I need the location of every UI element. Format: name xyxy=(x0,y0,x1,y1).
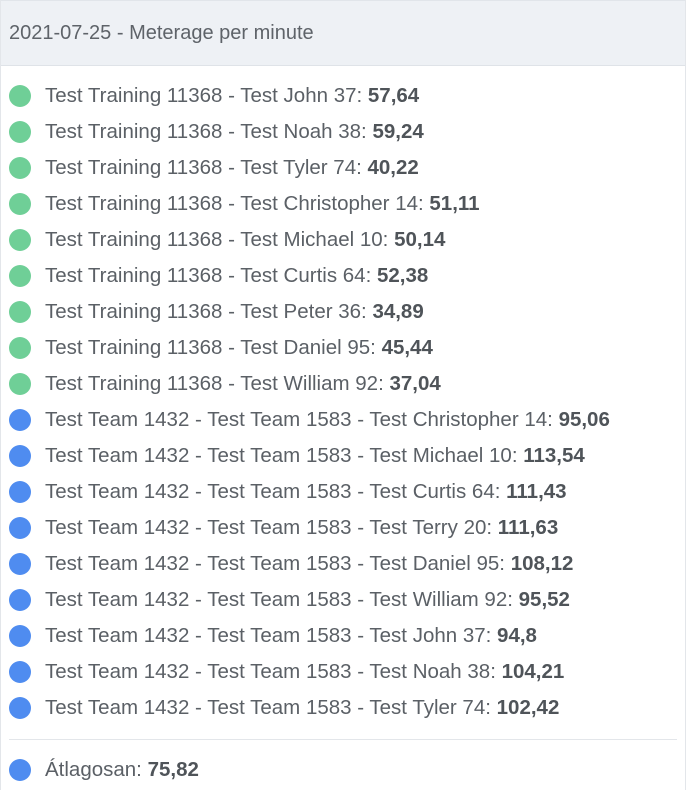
item-label: Test Team 1432 - Test Team 1583 - Test C… xyxy=(45,480,501,503)
series-dot-icon xyxy=(9,553,31,575)
list-item: Test Training 11368 - Test Peter 36: 34,… xyxy=(1,294,685,330)
item-value: 111,63 xyxy=(497,516,559,539)
meterage-panel: 2021-07-25 - Meterage per minute Test Tr… xyxy=(0,0,686,790)
item-value: 50,14 xyxy=(394,228,446,251)
list-item: Test Training 11368 - Test Daniel 95: 45… xyxy=(1,330,685,366)
item-label: Test Training 11368 - Test Michael 10: xyxy=(45,228,389,251)
item-label: Test Team 1432 - Test Team 1583 - Test D… xyxy=(45,552,505,575)
item-label: Test Training 11368 - Test Daniel 95: xyxy=(45,336,376,359)
item-label: Test Team 1432 - Test Team 1583 - Test J… xyxy=(45,624,492,647)
item-value: 94,8 xyxy=(497,624,537,647)
average-row: Átlagosan: 75,82 xyxy=(1,752,685,788)
item-label: Test Team 1432 - Test Team 1583 - Test W… xyxy=(45,588,513,611)
item-value: 111,43 xyxy=(506,480,567,503)
series-dot-icon xyxy=(9,481,31,503)
list-item: Test Training 11368 - Test John 37: 57,6… xyxy=(1,78,685,114)
average-dot-icon xyxy=(9,759,31,781)
list-item: Test Team 1432 - Test Team 1583 - Test C… xyxy=(1,474,685,510)
list-item: Test Team 1432 - Test Team 1583 - Test N… xyxy=(1,654,685,690)
item-value: 104,21 xyxy=(501,660,565,683)
series-dot-icon xyxy=(9,193,31,215)
list-item: Test Team 1432 - Test Team 1583 - Test C… xyxy=(1,402,685,438)
item-label: Test Team 1432 - Test Team 1583 - Test N… xyxy=(45,660,496,683)
item-value: 37,04 xyxy=(389,372,441,395)
item-value: 34,89 xyxy=(372,300,424,323)
average-label: Átlagosan: xyxy=(45,758,142,781)
series-dot-icon xyxy=(9,661,31,683)
item-label: Test Training 11368 - Test John 37: xyxy=(45,84,363,107)
average-section: Átlagosan: 75,82 xyxy=(1,752,685,788)
item-value: 59,24 xyxy=(372,120,424,143)
list-item: Test Training 11368 - Test Tyler 74: 40,… xyxy=(1,150,685,186)
item-label: Test Training 11368 - Test Tyler 74: xyxy=(45,156,362,179)
list-item: Test Training 11368 - Test Noah 38: 59,2… xyxy=(1,114,685,150)
list-item: Test Team 1432 - Test Team 1583 - Test J… xyxy=(1,618,685,654)
list-item: Test Training 11368 - Test Curtis 64: 52… xyxy=(1,258,685,294)
list-item: Test Team 1432 - Test Team 1583 - Test T… xyxy=(1,510,685,546)
list-item: Test Team 1432 - Test Team 1583 - Test M… xyxy=(1,438,685,474)
series-dot-icon xyxy=(9,121,31,143)
list-item: Test Training 11368 - Test Christopher 1… xyxy=(1,186,685,222)
item-value: 57,64 xyxy=(367,84,420,107)
series-dot-icon xyxy=(9,517,31,539)
series-dot-icon xyxy=(9,589,31,611)
item-value: 40,22 xyxy=(367,156,419,179)
item-value: 51,11 xyxy=(429,192,480,215)
list-item: Test Training 11368 - Test William 92: 3… xyxy=(1,366,685,402)
series-dot-icon xyxy=(9,373,31,395)
item-value: 108,12 xyxy=(510,552,574,575)
item-label: Test Team 1432 - Test Team 1583 - Test M… xyxy=(45,444,518,467)
list-item: Test Training 11368 - Test Michael 10: 5… xyxy=(1,222,685,258)
series-dot-icon xyxy=(9,85,31,107)
item-label: Test Training 11368 - Test Peter 36: xyxy=(45,300,367,323)
item-label: Test Training 11368 - Test Christopher 1… xyxy=(45,192,424,215)
series-dot-icon xyxy=(9,265,31,287)
average-value: 75,82 xyxy=(147,758,199,781)
series-dot-icon xyxy=(9,625,31,647)
item-value: 45,44 xyxy=(381,336,433,359)
panel-header: 2021-07-25 - Meterage per minute xyxy=(1,0,685,66)
item-label: Test Team 1432 - Test Team 1583 - Test T… xyxy=(45,516,493,539)
item-label: Test Training 11368 - Test William 92: xyxy=(45,372,384,395)
series-dot-icon xyxy=(9,697,31,719)
list-item: Test Team 1432 - Test Team 1583 - Test W… xyxy=(1,582,685,618)
item-value: 95,06 xyxy=(558,408,610,431)
series-dot-icon xyxy=(9,157,31,179)
series-dot-icon xyxy=(9,337,31,359)
item-label: Test Training 11368 - Test Curtis 64: xyxy=(45,264,372,287)
list-item: Test Team 1432 - Test Team 1583 - Test D… xyxy=(1,546,685,582)
item-value: 52,38 xyxy=(376,264,429,287)
series-dot-icon xyxy=(9,301,31,323)
series-dot-icon xyxy=(9,229,31,251)
divider xyxy=(9,739,677,740)
item-value: 95,52 xyxy=(518,588,570,611)
item-label: Test Training 11368 - Test Noah 38: xyxy=(45,120,367,143)
series-dot-icon xyxy=(9,409,31,431)
item-value: 102,42 xyxy=(496,696,560,719)
item-value: 113,54 xyxy=(523,444,585,467)
list-item: Test Team 1432 - Test Team 1583 - Test T… xyxy=(1,690,685,726)
item-label: Test Team 1432 - Test Team 1583 - Test T… xyxy=(45,696,491,719)
item-label: Test Team 1432 - Test Team 1583 - Test C… xyxy=(45,408,553,431)
panel-title: 2021-07-25 - Meterage per minute xyxy=(9,21,314,44)
series-dot-icon xyxy=(9,445,31,467)
meterage-list: Test Training 11368 - Test John 37: 57,6… xyxy=(1,78,685,726)
